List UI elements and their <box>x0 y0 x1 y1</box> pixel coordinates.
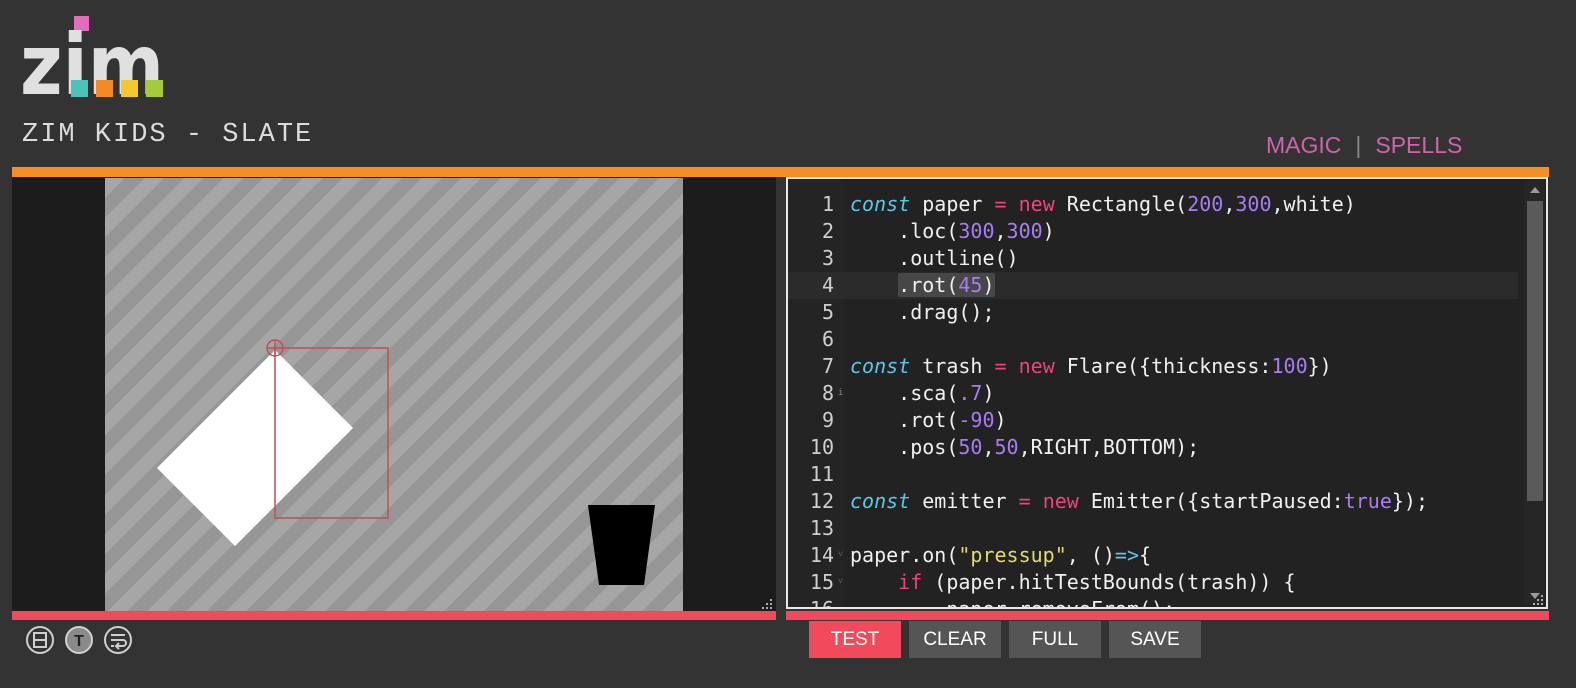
stage-resize-icon[interactable] <box>762 599 772 609</box>
code-line[interactable]: 6 <box>788 326 1518 353</box>
split-icon[interactable] <box>25 625 55 655</box>
code-text: paper.on("pressup", ()=>{ <box>850 543 1152 567</box>
editor-resize-icon[interactable] <box>1533 595 1543 605</box>
top-nav: MAGIC | SPELLS <box>1266 132 1462 159</box>
code-line[interactable]: 15 ˅ if (paper.hitTestBounds(trash)) { <box>788 569 1518 596</box>
line-number: 4 <box>821 273 834 297</box>
paper-rectangle[interactable] <box>157 350 353 546</box>
code-line[interactable]: 12 const emitter = new Emitter({startPaus… <box>788 488 1518 515</box>
code-line[interactable]: 11 <box>788 461 1518 488</box>
line-number: 6 <box>821 327 834 351</box>
text-icon[interactable]: T <box>64 625 94 655</box>
test-button[interactable]: TEST <box>809 621 901 658</box>
line-number: 7 <box>821 354 834 378</box>
code-text: .pos(50,50,RIGHT,BOTTOM); <box>850 435 1200 459</box>
code-text: .rot(-90) <box>850 408 1007 432</box>
app-title: ZIM KIDS - SLATE <box>22 120 314 150</box>
stage-canvas[interactable] <box>105 178 683 611</box>
code-line[interactable]: 13 <box>788 515 1518 542</box>
code-line[interactable]: 8i .sca(.7) <box>788 380 1518 407</box>
line-number: 15 <box>809 570 834 594</box>
code-line[interactable]: 16 paper.removeFrom(); <box>788 596 1518 609</box>
fold-marker-icon[interactable]: i <box>838 380 843 407</box>
code-text: .outline() <box>850 246 1019 270</box>
line-number: 2 <box>821 219 834 243</box>
code-line[interactable]: 10 .pos(50,50,RIGHT,BOTTOM); <box>788 434 1518 461</box>
code-text: if (paper.hitTestBounds(trash)) { <box>898 570 1296 594</box>
registration-point-icon <box>266 339 284 357</box>
fold-marker-icon[interactable]: ˅ <box>838 569 843 596</box>
line-number: 8 <box>821 381 834 405</box>
code-text: const emitter = new Emitter({startPaused… <box>850 489 1429 513</box>
orange-divider <box>12 167 1549 177</box>
code-text: const paper = new Rectangle(200,300,whit… <box>850 192 1356 216</box>
nav-separator: | <box>1355 132 1362 158</box>
code-text: .loc(300,300) <box>850 219 1055 243</box>
stage-red-bar <box>12 611 776 620</box>
code-text: const trash = new Flare({thickness:100}) <box>850 354 1332 378</box>
editor-red-bar <box>786 611 1549 620</box>
scroll-thumb[interactable] <box>1527 201 1543 501</box>
svg-text:T: T <box>74 633 84 650</box>
line-number: 14 <box>809 543 834 567</box>
line-number: 12 <box>809 489 834 513</box>
scroll-up-icon[interactable] <box>1530 187 1540 193</box>
clear-button[interactable]: CLEAR <box>909 621 1001 658</box>
trash-flare <box>588 505 655 585</box>
code-text: .drag(); <box>850 300 995 324</box>
line-number: 11 <box>809 462 834 486</box>
code-line[interactable]: 5 .drag(); <box>788 299 1518 326</box>
line-number: 16 <box>809 597 834 609</box>
line-number: 10 <box>809 435 834 459</box>
line-number: 1 <box>821 192 834 216</box>
save-button[interactable]: SAVE <box>1109 621 1201 658</box>
code-line[interactable]: 3 .outline() <box>788 245 1518 272</box>
stage-panel <box>12 177 776 611</box>
code-line[interactable]: 4 .rot(45) <box>788 272 1518 299</box>
code-text: .rot(45) <box>898 273 995 297</box>
line-number: 3 <box>821 246 834 270</box>
svg-text:zim: zim <box>22 16 164 100</box>
magic-link[interactable]: MAGIC <box>1266 132 1341 158</box>
wrap-icon[interactable] <box>103 625 133 655</box>
fold-marker-icon[interactable]: ˅ <box>838 542 843 569</box>
zim-logo: zim <box>20 14 164 114</box>
code-line[interactable]: 14 ˅ paper.on("pressup", ()=>{ <box>788 542 1518 569</box>
code-text: .sca(.7) <box>850 381 995 405</box>
line-number: 5 <box>821 300 834 324</box>
code-line[interactable]: 7 const trash = new Flare({thickness:100}… <box>788 353 1518 380</box>
code-editor[interactable]: 1 const paper = new Rectangle(200,300,whi… <box>786 177 1548 609</box>
code-line[interactable]: 1 const paper = new Rectangle(200,300,whi… <box>788 191 1518 218</box>
line-number: 9 <box>821 408 834 432</box>
full-button[interactable]: FULL <box>1009 621 1101 658</box>
spells-link[interactable]: SPELLS <box>1375 132 1462 158</box>
code-line[interactable]: 2 .loc(300,300) <box>788 218 1518 245</box>
editor-scrollbar[interactable] <box>1524 181 1544 605</box>
code-line[interactable]: 9 .rot(-90) <box>788 407 1518 434</box>
line-number: 13 <box>809 516 834 540</box>
code-text: paper.removeFrom(); <box>850 597 1176 609</box>
